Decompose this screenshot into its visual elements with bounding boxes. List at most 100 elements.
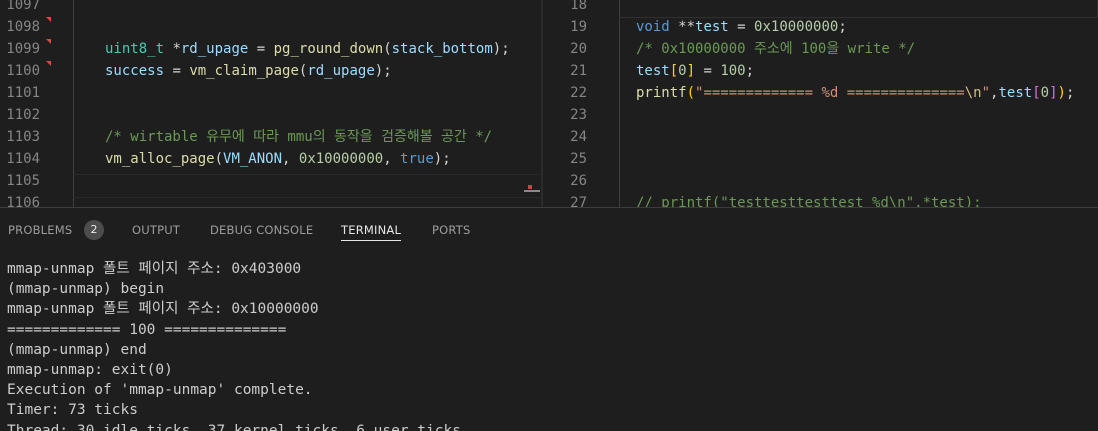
- code-text: vm_alloc_page(VM_ANON, 0x10000000, true)…: [105, 148, 451, 170]
- line-number: 25: [543, 148, 587, 170]
- code-token: 0x10000000: [299, 151, 383, 167]
- tab-problems[interactable]: PROBLEMS: [8, 208, 72, 248]
- terminal-line: mmap-unmap: exit(0): [7, 360, 1098, 380]
- code-line[interactable]: 23: [543, 104, 1098, 126]
- editor-left-pane[interactable]: 109710981099uint8_t *rd_upage = pg_round…: [0, 0, 541, 207]
- code-line[interactable]: 27// printf("testtesttesttest %d\n",*tes…: [543, 192, 1098, 207]
- code-line[interactable]: 20 /* 0x10000000 주소에 100을 write */: [543, 38, 1098, 60]
- code-token: );: [493, 41, 510, 57]
- code-line[interactable]: 1097: [0, 0, 541, 16]
- code-token: rd_upage: [181, 41, 248, 57]
- line-number: 1097: [0, 0, 40, 16]
- code-line[interactable]: 1101: [0, 82, 541, 104]
- code-line[interactable]: 1103 /* wirtable 유무에 따라 mmu의 동작을 검증해볼 공간 …: [0, 126, 541, 148]
- code-line[interactable]: 25: [543, 148, 1098, 170]
- code-token: uint8_t: [105, 41, 164, 57]
- code-token: \n: [965, 85, 982, 101]
- code-token: test: [695, 19, 729, 35]
- code-token: (: [687, 85, 695, 101]
- code-token: );: [375, 63, 392, 79]
- line-number: 1106: [0, 192, 40, 207]
- code-token: 100: [720, 63, 745, 79]
- code-line[interactable]: 21test[0] = 100;: [543, 60, 1098, 82]
- code-token: true: [400, 151, 434, 167]
- line-number: 26: [543, 170, 587, 192]
- tab-output-label: OUTPUT: [132, 223, 180, 237]
- line-number: 1099: [0, 38, 40, 60]
- code-token: /* 0x10000000 주소에 100을 write */: [636, 41, 915, 57]
- line-number: 19: [543, 16, 587, 38]
- code-line[interactable]: 18: [543, 0, 1098, 16]
- code-line[interactable]: 24: [543, 126, 1098, 148]
- line-number: 1100: [0, 60, 40, 82]
- code-token: ;: [1066, 85, 1074, 101]
- tab-problems-label: PROBLEMS: [8, 223, 72, 237]
- code-line[interactable]: 1105: [0, 170, 541, 192]
- code-token: (: [215, 151, 223, 167]
- diff-marker: [46, 17, 51, 22]
- code-line[interactable]: 22printf("============= %d =============…: [543, 82, 1098, 104]
- terminal-line: Execution of 'mmap-unmap' complete.: [7, 380, 1098, 400]
- code-token: test: [636, 63, 670, 79]
- code-token: /* wirtable 유무에 따라 mmu의 동작을 검증해볼 공간 */: [105, 129, 492, 145]
- line-number: 1104: [0, 148, 40, 170]
- code-token: =: [695, 63, 720, 79]
- tab-debug-console[interactable]: DEBUG CONSOLE: [210, 208, 313, 248]
- line-number: 27: [543, 192, 587, 207]
- active-tab-underline: [341, 240, 401, 241]
- tab-terminal[interactable]: TERMINAL: [341, 208, 401, 248]
- line-number: 1101: [0, 82, 40, 104]
- tab-debug-console-label: DEBUG CONSOLE: [210, 223, 313, 237]
- code-text: test[0] = 100;: [636, 60, 754, 82]
- code-line[interactable]: 1099uint8_t *rd_upage = pg_round_down(st…: [0, 38, 541, 60]
- code-line[interactable]: 1100success = vm_claim_page(rd_upage);: [0, 60, 541, 82]
- terminal-line: Thread: 30 idle ticks, 37 kernel ticks, …: [7, 421, 1098, 431]
- code-token: **: [670, 19, 695, 35]
- diff-marker: [46, 39, 51, 44]
- line-number: 1102: [0, 104, 40, 126]
- code-token: stack_bottom: [392, 41, 493, 57]
- code-token: ,: [282, 151, 299, 167]
- code-token: ;: [746, 63, 754, 79]
- code-token: pg_round_down: [274, 41, 384, 57]
- code-token: ): [1058, 85, 1066, 101]
- problems-count-badge: 2: [84, 220, 104, 240]
- code-line[interactable]: 19void **test = 0x10000000;: [543, 16, 1098, 38]
- code-token: printf: [636, 85, 687, 101]
- code-line[interactable]: 26: [543, 170, 1098, 192]
- code-line[interactable]: 1106: [0, 192, 541, 207]
- terminal-line: mmap-unmap 폴트 페이지 주소: 0x403000: [7, 259, 1098, 279]
- line-number: 20: [543, 38, 587, 60]
- code-token: vm_claim_page: [189, 63, 299, 79]
- code-text: /* wirtable 유무에 따라 mmu의 동작을 검증해볼 공간 */: [105, 126, 492, 148]
- code-token: vm_alloc_page: [105, 151, 215, 167]
- code-token: ;: [838, 19, 846, 35]
- tab-ports[interactable]: PORTS: [432, 208, 470, 248]
- line-number: 18: [543, 0, 587, 16]
- code-token: =: [248, 41, 273, 57]
- line-number: 1105: [0, 170, 40, 192]
- panel-tab-bar: PROBLEMS 2 OUTPUT DEBUG CONSOLE TERMINAL…: [0, 208, 1098, 248]
- code-line[interactable]: 1104 vm_alloc_page(VM_ANON, 0x10000000, t…: [0, 148, 541, 170]
- code-token: ]: [1049, 85, 1057, 101]
- code-token: [: [670, 63, 678, 79]
- code-token: ]: [687, 63, 695, 79]
- code-token: =: [164, 63, 189, 79]
- tab-output[interactable]: OUTPUT: [132, 208, 180, 248]
- terminal-line: (mmap-unmap) end: [7, 340, 1098, 360]
- code-token: ": [982, 85, 990, 101]
- code-token: );: [434, 151, 451, 167]
- code-token: =: [729, 19, 754, 35]
- code-line[interactable]: 1102: [0, 104, 541, 126]
- line-number: 1103: [0, 126, 40, 148]
- editor-right-pane[interactable]: 1819void **test = 0x10000000;20 /* 0x1000…: [543, 0, 1098, 207]
- bottom-panel: PROBLEMS 2 OUTPUT DEBUG CONSOLE TERMINAL…: [0, 207, 1098, 431]
- line-number: 22: [543, 82, 587, 104]
- code-token: test: [998, 85, 1032, 101]
- terminal-line: ============= 100 ==============: [7, 320, 1098, 340]
- line-number: 1098: [0, 16, 40, 38]
- terminal-line: mmap-unmap 폴트 페이지 주소: 0x10000000: [7, 299, 1098, 319]
- terminal-output[interactable]: mmap-unmap 폴트 페이지 주소: 0x403000 (mmap-unma…: [7, 259, 1098, 431]
- code-line[interactable]: 1098: [0, 16, 541, 38]
- code-token: (: [383, 41, 391, 57]
